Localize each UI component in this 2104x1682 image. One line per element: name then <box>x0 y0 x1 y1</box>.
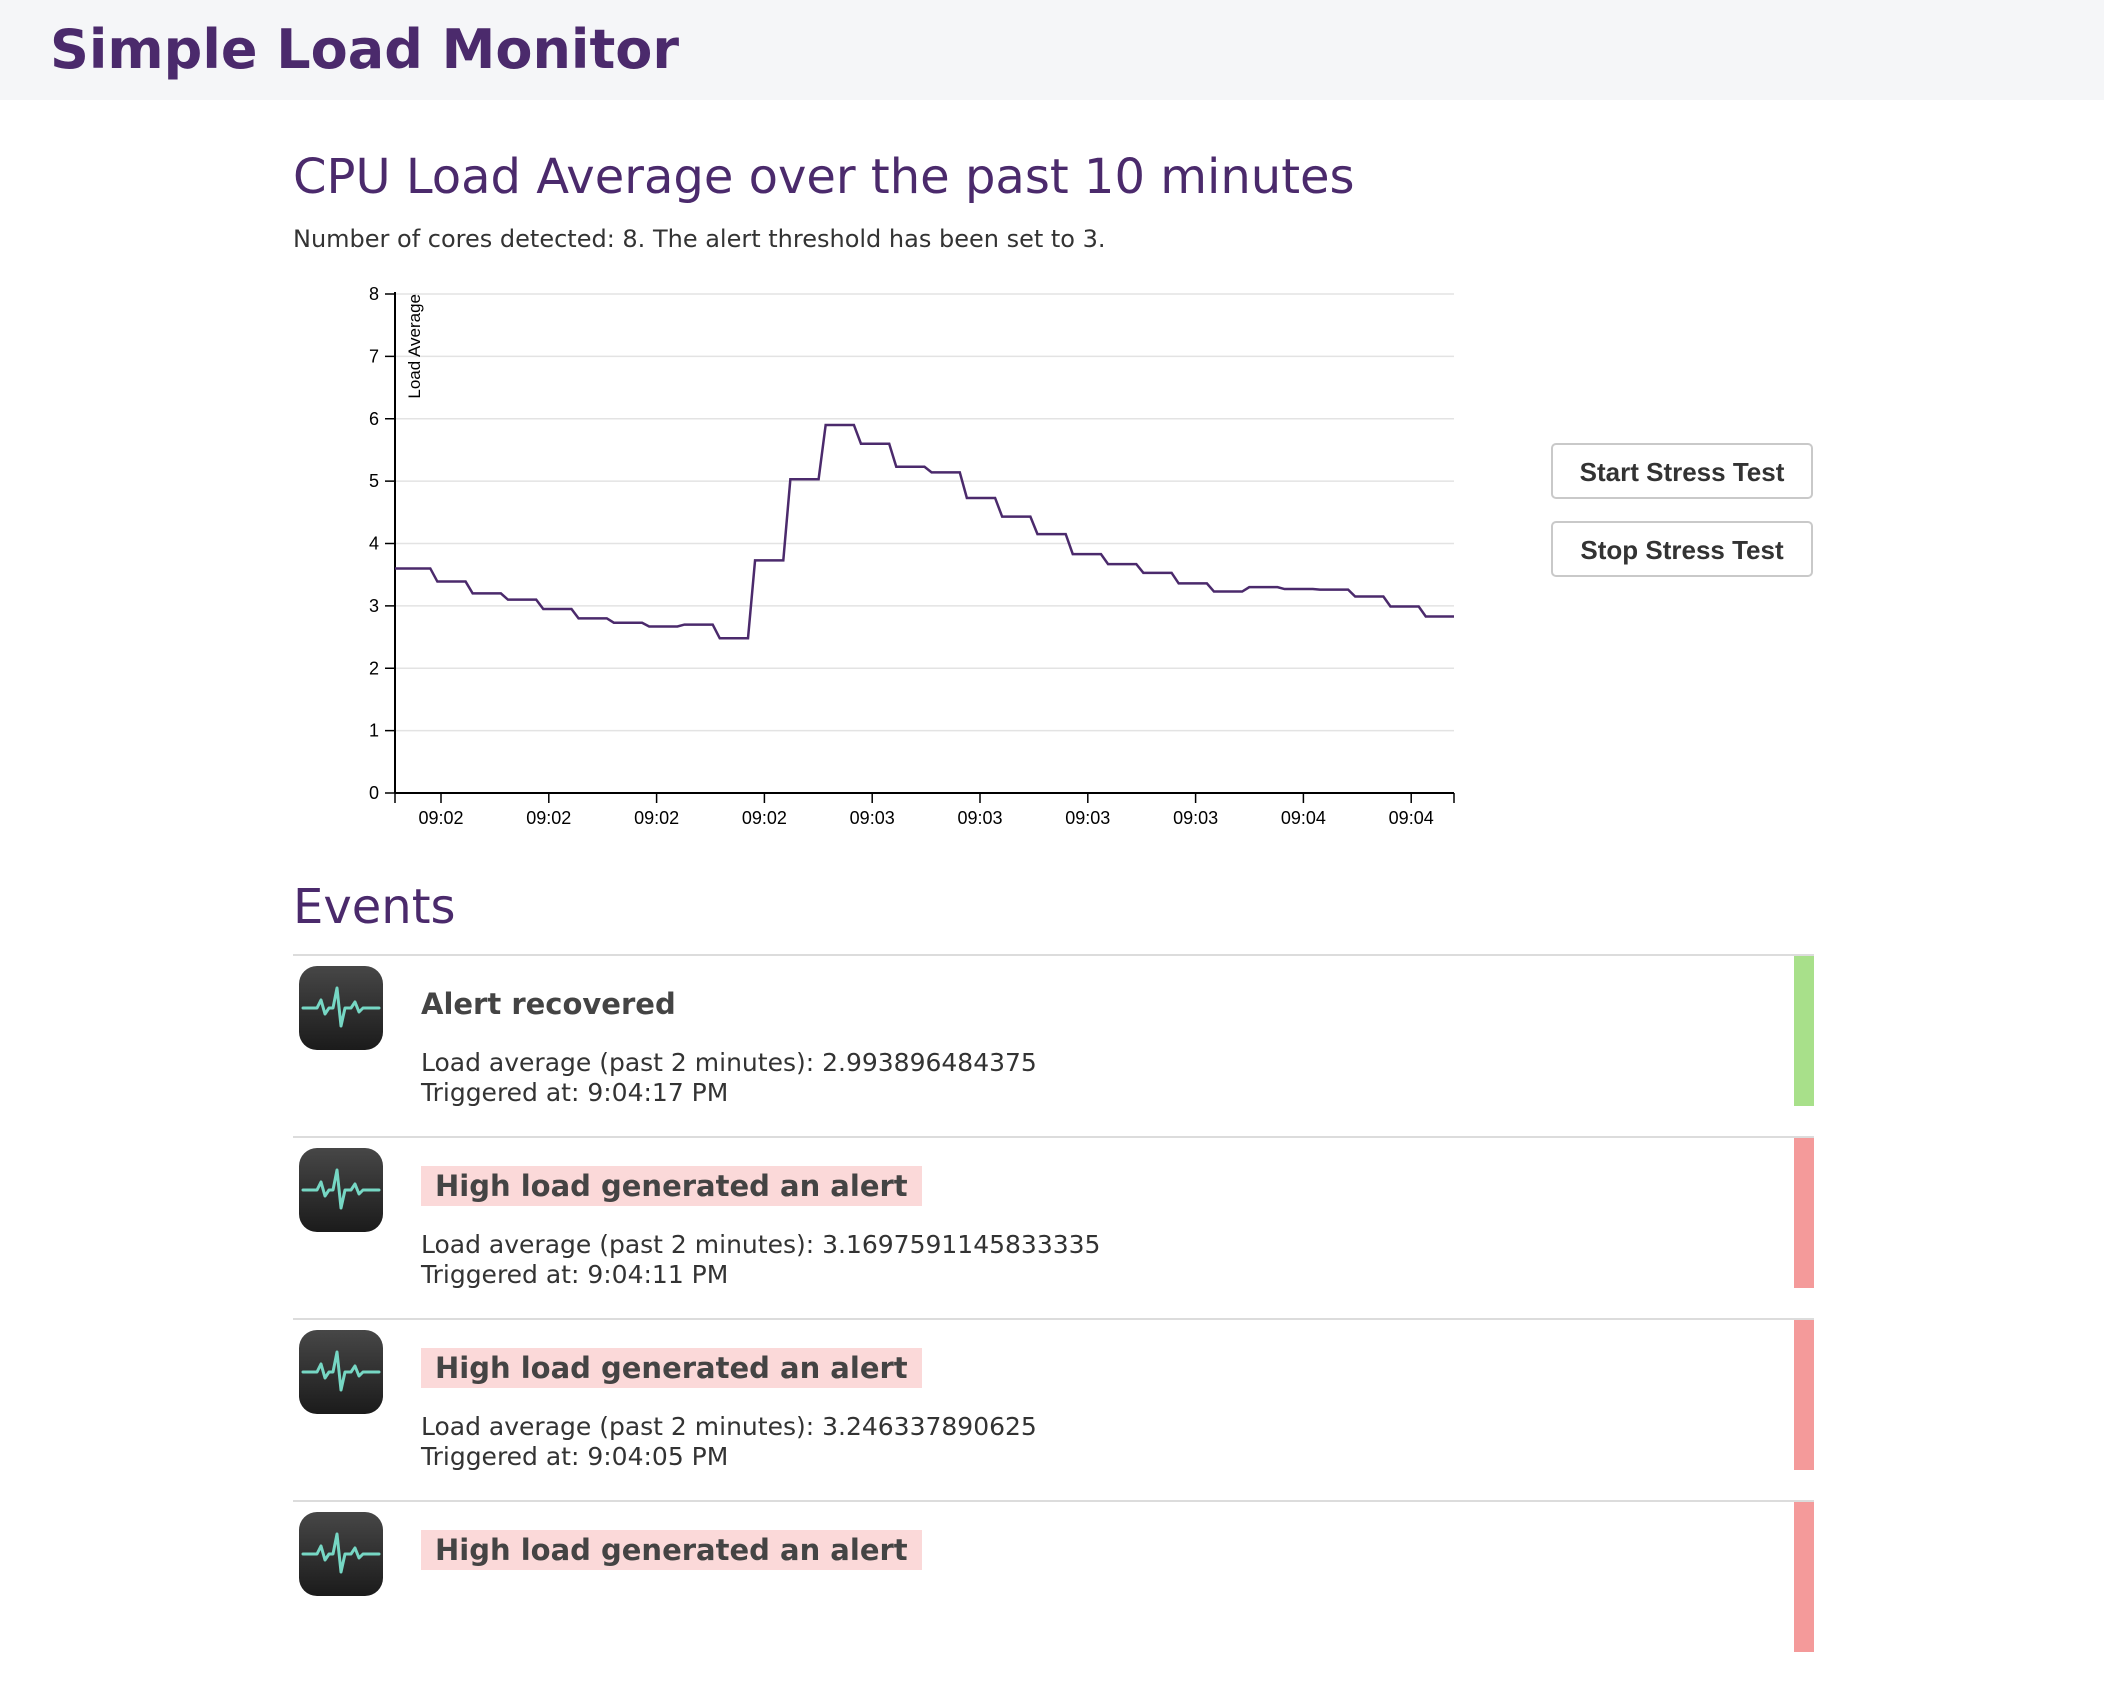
event-title: High load generated an alert <box>421 1166 922 1206</box>
stop-stress-test-button[interactable]: Stop Stress Test <box>1551 521 1813 577</box>
event-triggered-time: Triggered at: 9:04:11 PM <box>421 1260 729 1289</box>
event-load-average: Load average (past 2 minutes): 3.2463378… <box>421 1412 1037 1441</box>
event-triggered-time: Triggered at: 9:04:05 PM <box>421 1442 729 1471</box>
y-tick-label: 7 <box>369 346 379 366</box>
events-title: Events <box>293 879 456 935</box>
event-status-stripe <box>1794 1502 1814 1652</box>
y-tick-label: 1 <box>369 721 379 741</box>
event-item: High load generated an alert Load averag… <box>293 1318 1814 1500</box>
activity-monitor-icon <box>299 966 383 1050</box>
event-status-stripe <box>1794 956 1814 1106</box>
x-tick-label: 09:03 <box>1065 808 1110 828</box>
y-tick-label: 6 <box>369 409 379 429</box>
x-tick-label: 09:02 <box>418 808 463 828</box>
event-load-average: Load average (past 2 minutes): 3.1697591… <box>421 1230 1101 1259</box>
y-tick-label: 5 <box>369 471 379 491</box>
activity-monitor-icon <box>299 1330 383 1414</box>
event-triggered-time: Triggered at: 9:04:17 PM <box>421 1078 729 1107</box>
x-tick-label: 09:03 <box>957 808 1002 828</box>
load-average-chart: 0 1 2 3 4 5 6 7 8 09:02 09:02 09:02 09:02 09:03 09:03 0… <box>369 284 1455 828</box>
event-item: High load generated an alert <box>293 1500 1814 1682</box>
app-header: Simple Load Monitor <box>0 0 2104 100</box>
y-tick-label: 4 <box>369 534 379 554</box>
cores-info-text: Number of cores detected: 8. The alert t… <box>293 225 1106 253</box>
activity-monitor-icon <box>299 1148 383 1232</box>
x-tick-label: 09:02 <box>742 808 787 828</box>
x-tick-label: 09:02 <box>634 808 679 828</box>
events-list: Alert recovered Load average (past 2 min… <box>293 954 1814 1682</box>
event-item: Alert recovered Load average (past 2 min… <box>293 954 1814 1136</box>
event-title: Alert recovered <box>421 987 676 1021</box>
event-load-average: Load average (past 2 minutes): 2.9938964… <box>421 1048 1037 1077</box>
event-item: High load generated an alert Load averag… <box>293 1136 1814 1318</box>
y-tick-label: 2 <box>369 658 379 678</box>
y-tick-label: 8 <box>369 284 379 304</box>
app-title: Simple Load Monitor <box>50 18 679 81</box>
chart-section-title: CPU Load Average over the past 10 minute… <box>293 149 1355 205</box>
x-tick-label: 09:04 <box>1281 808 1326 828</box>
x-tick-label: 09:03 <box>850 808 895 828</box>
start-stress-test-button[interactable]: Start Stress Test <box>1551 443 1813 499</box>
x-tick-label: 09:04 <box>1389 808 1434 828</box>
y-tick-label: 3 <box>369 596 379 616</box>
event-status-stripe <box>1794 1138 1814 1288</box>
y-tick-label: 0 <box>369 783 379 803</box>
event-title: High load generated an alert <box>421 1530 922 1570</box>
y-axis-label: Load Average <box>405 294 424 399</box>
event-status-stripe <box>1794 1320 1814 1470</box>
x-tick-label: 09:03 <box>1173 808 1218 828</box>
event-title: High load generated an alert <box>421 1348 922 1388</box>
x-tick-label: 09:02 <box>526 808 571 828</box>
activity-monitor-icon <box>299 1512 383 1596</box>
